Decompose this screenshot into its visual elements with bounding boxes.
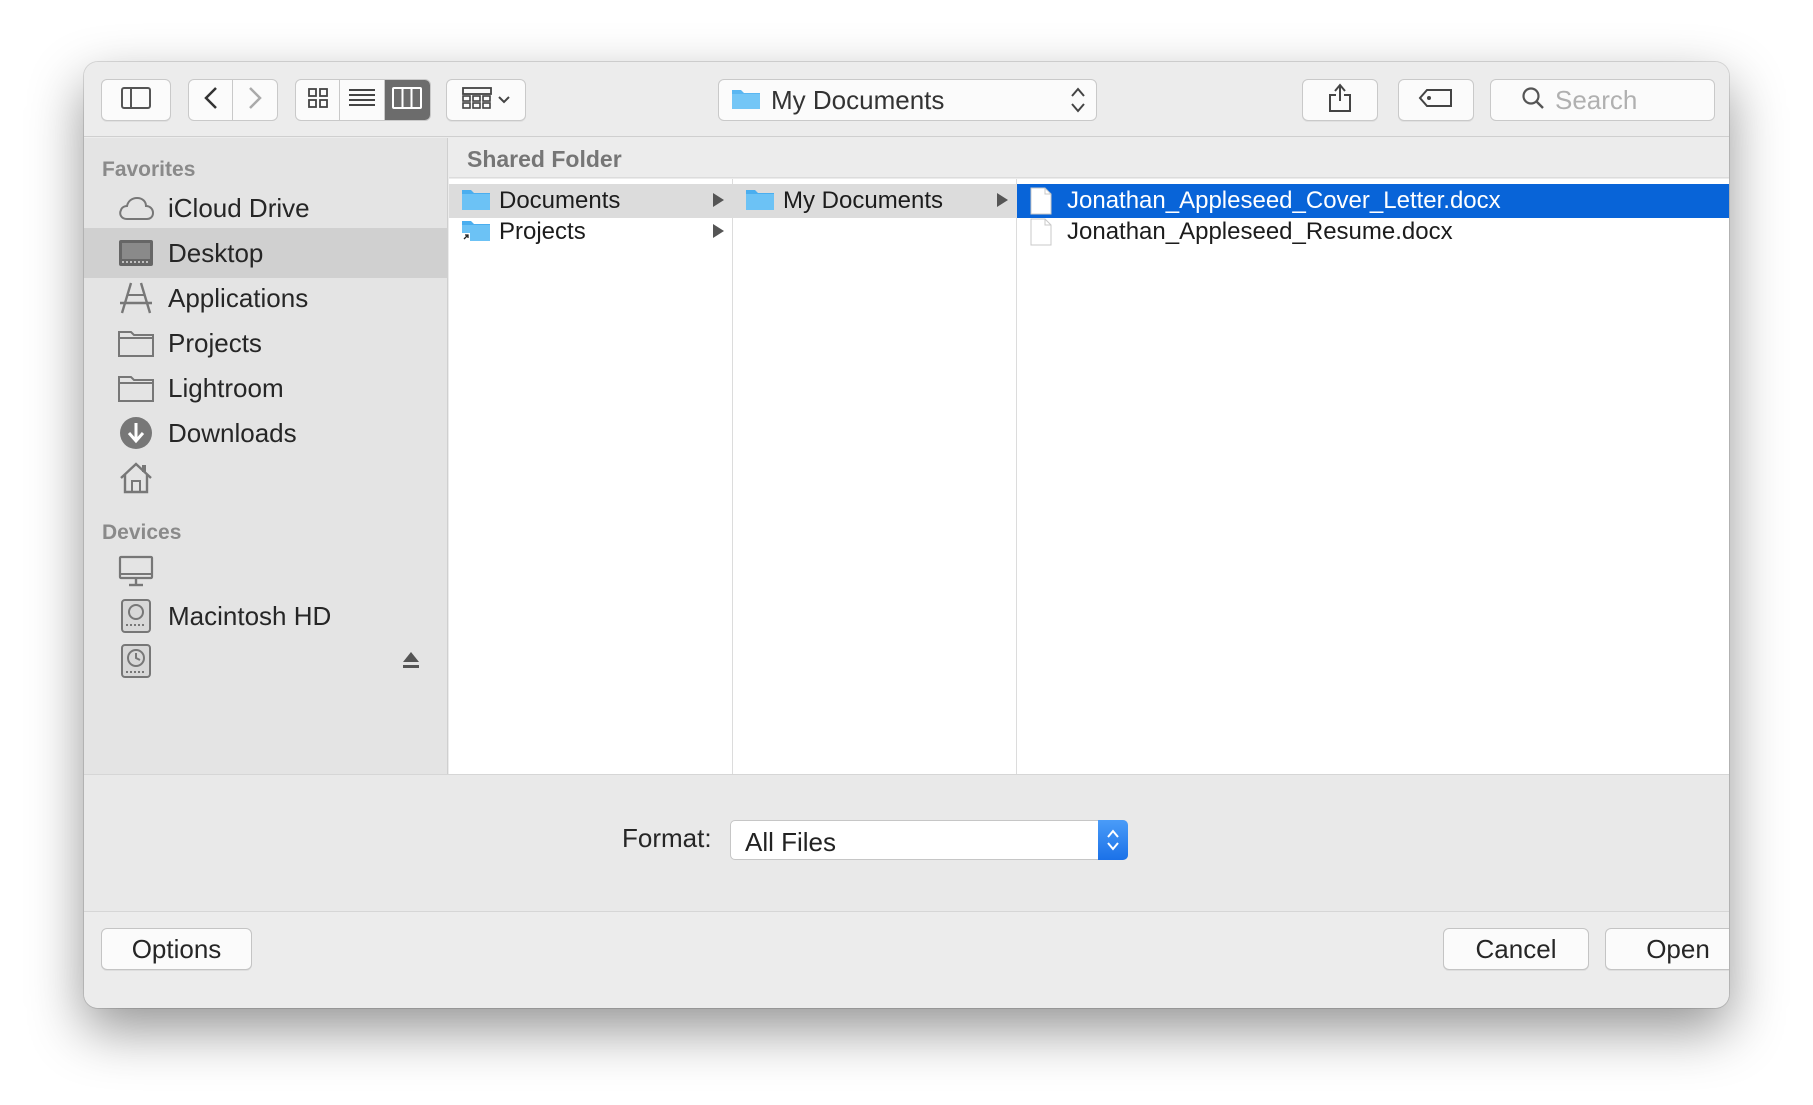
options-button[interactable]: Options [101, 928, 252, 970]
share-icon [1328, 82, 1352, 118]
icon-grid-icon [307, 87, 329, 114]
tags-button[interactable] [1398, 79, 1474, 121]
sidebar-item-applications[interactable]: Applications [84, 273, 448, 323]
disclosure-arrow-icon [713, 224, 724, 238]
path-popup-label: My Documents [771, 84, 945, 115]
applications-icon [118, 280, 154, 316]
sidebar-item-label: Lightroom [168, 372, 284, 403]
folder-alias-icon [461, 218, 491, 247]
button-bar: Options Cancel Open [84, 911, 1729, 1008]
document-icon [1029, 218, 1053, 251]
list-icon [348, 88, 376, 113]
back-button[interactable] [189, 80, 234, 120]
cancel-button[interactable]: Cancel [1443, 928, 1589, 970]
list-item-my-documents[interactable]: My Documents [733, 184, 1016, 218]
disclosure-arrow-icon [713, 193, 724, 207]
forward-button[interactable] [233, 80, 277, 120]
list-item-cover-letter[interactable]: Jonathan_Appleseed_Cover_Letter.docx [1017, 184, 1729, 218]
column-2: My Documents [733, 179, 1017, 774]
computer-icon [118, 553, 154, 589]
list-item-documents[interactable]: Documents [449, 184, 732, 218]
devices-header: Devices [102, 521, 182, 544]
list-item-projects[interactable]: Projects [449, 215, 732, 249]
folder-icon [461, 187, 491, 216]
folder-icon [118, 370, 154, 406]
cloud-icon [118, 190, 154, 226]
up-down-arrows-icon [1098, 820, 1128, 860]
sidebar-item-label: Downloads [168, 417, 297, 448]
browser-header: Shared Folder [449, 138, 1729, 178]
open-button[interactable]: Open [1605, 928, 1729, 970]
group-icon [462, 86, 492, 114]
view-mode-control [295, 79, 431, 121]
sidebar-item-time-machine[interactable] [84, 636, 448, 686]
list-item-label: Jonathan_Appleseed_Resume.docx [1067, 218, 1453, 245]
format-label: Format: [622, 823, 712, 853]
sidebar-item-macintosh-hd[interactable]: Macintosh HD [84, 591, 448, 641]
folder-icon [731, 86, 761, 115]
sidebar-item-label: Macintosh HD [168, 600, 332, 631]
sidebar-item-icloud-drive[interactable]: iCloud Drive [84, 183, 448, 233]
sidebar-item-label: iCloud Drive [168, 192, 310, 223]
column-3: Jonathan_Appleseed_Cover_Letter.docx Jon… [1017, 179, 1729, 774]
sidebar-item-downloads[interactable]: Downloads [84, 408, 448, 458]
downloads-icon [118, 415, 154, 451]
search-field[interactable]: Search [1490, 79, 1715, 121]
chevron-down-icon [498, 91, 510, 109]
column-view-button[interactable] [384, 80, 430, 120]
disclosure-arrow-icon [997, 193, 1008, 207]
sidebar-icon [121, 86, 151, 114]
sidebar-item-desktop[interactable]: Desktop [84, 228, 448, 278]
folder-icon [745, 187, 775, 216]
list-item-label: Jonathan_Appleseed_Cover_Letter.docx [1067, 187, 1501, 214]
chevron-right-icon [248, 86, 262, 115]
navigation-buttons [188, 79, 278, 121]
columns-icon [392, 86, 423, 114]
path-popup[interactable]: My Documents [718, 79, 1097, 121]
list-view-button[interactable] [340, 80, 385, 120]
sidebar-item-projects[interactable]: Projects [84, 318, 448, 368]
list-item-label: Documents [499, 187, 621, 214]
list-item-resume[interactable]: Jonathan_Appleseed_Resume.docx [1017, 215, 1729, 249]
folder-icon [118, 325, 154, 361]
sidebar-item-label: Applications [168, 282, 309, 313]
eject-icon[interactable] [402, 650, 420, 675]
search-icon [1521, 86, 1545, 115]
share-button[interactable] [1302, 79, 1378, 121]
sidebar-item-label: Projects [168, 327, 262, 358]
sidebar-item-lightroom[interactable]: Lightroom [84, 363, 448, 413]
sidebar-item-home[interactable] [84, 453, 448, 503]
search-placeholder: Search [1555, 84, 1638, 115]
home-icon [118, 460, 154, 496]
toolbar: My Documents Search [84, 62, 1729, 137]
shared-folder-title: Shared Folder [467, 146, 622, 172]
up-down-arrows-icon [1070, 86, 1086, 119]
group-by-button[interactable] [446, 79, 526, 121]
desktop-icon [118, 235, 154, 271]
hard-drive-icon [118, 598, 154, 634]
format-value: All Files [745, 827, 837, 857]
accessory-panel: Format: All Files [84, 774, 1729, 911]
format-popup[interactable]: All Files [730, 820, 1128, 860]
tag-icon [1418, 88, 1454, 113]
column-browser: Documents Projects My Documents Jonathan… [449, 179, 1729, 774]
sidebar-toggle-button[interactable] [101, 79, 171, 121]
icon-view-button[interactable] [296, 80, 341, 120]
favorites-header: Favorites [102, 158, 196, 181]
open-dialog: My Documents Search Favorites iCloud Dri… [84, 62, 1729, 1008]
chevron-left-icon [203, 86, 218, 115]
sidebar-item-label: Desktop [168, 237, 264, 268]
sidebar-item-computer[interactable] [84, 546, 448, 596]
sidebar: Favorites iCloud Drive Desktop Applicati… [84, 138, 448, 774]
time-machine-icon [118, 643, 154, 679]
list-item-label: My Documents [783, 187, 944, 214]
column-1: Documents Projects [449, 179, 733, 774]
list-item-label: Projects [499, 218, 586, 245]
